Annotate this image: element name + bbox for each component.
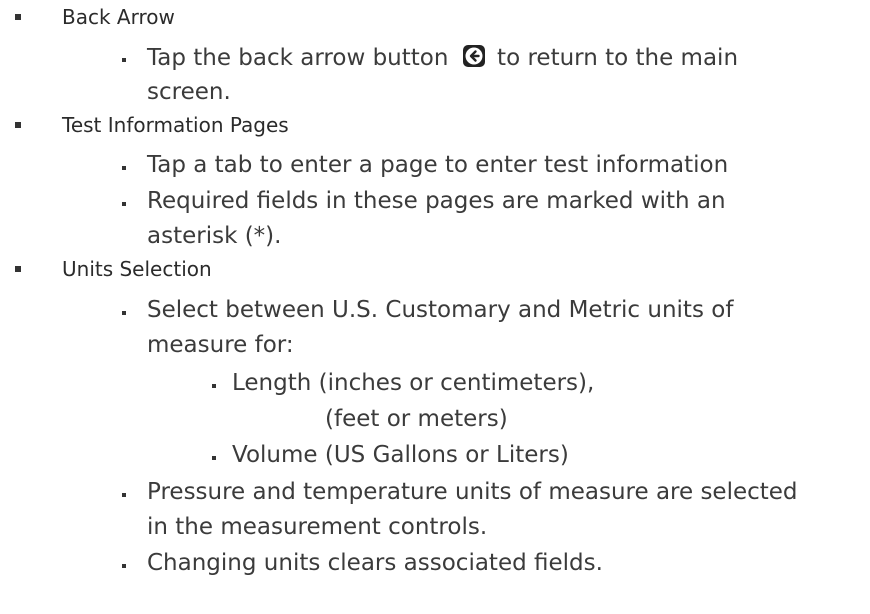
subitem-continuation: (feet or meters) — [325, 406, 508, 432]
item-bullet — [122, 58, 126, 62]
section-bullet — [15, 122, 21, 128]
item-continuation: asterisk (*). — [147, 223, 282, 249]
section-bullet — [15, 266, 21, 272]
section-bullet — [15, 14, 21, 20]
item-back-arrow-instructions: Tap the back arrow button to return to t… — [147, 44, 738, 71]
item-changing-units: Changing units clears associated fields. — [147, 550, 603, 576]
item-bullet — [122, 166, 126, 170]
item-text-after-icon: to return to the main — [489, 45, 739, 71]
subitem-bullet — [212, 384, 216, 388]
item-select-units: Select between U.S. Customary and Metric… — [147, 297, 734, 323]
item-bullet — [122, 493, 126, 497]
item-text-before-icon: Tap the back arrow button — [147, 45, 456, 71]
item-continuation: screen. — [147, 79, 231, 105]
item-continuation: measure for: — [147, 332, 294, 358]
back-arrow-circle-icon — [462, 45, 485, 67]
subitem-volume: Volume (US Gallons or Liters) — [232, 442, 569, 468]
document-page: Back Arrow Tap the back arrow button to … — [0, 0, 870, 614]
section-heading-back-arrow: Back Arrow — [62, 5, 175, 29]
subitem-bullet — [212, 456, 216, 460]
subitem-length: Length (inches or centimeters), — [232, 370, 595, 396]
section-heading-test-information-pages: Test Information Pages — [62, 113, 289, 137]
item-bullet — [122, 202, 126, 206]
item-pressure-temperature: Pressure and temperature units of measur… — [147, 479, 798, 505]
item-required-fields: Required fields in these pages are marke… — [147, 188, 726, 214]
item-continuation: in the measurement controls. — [147, 514, 488, 540]
item-bullet — [122, 311, 126, 315]
item-tap-tab: Tap a tab to enter a page to enter test … — [147, 152, 729, 178]
item-bullet — [122, 564, 126, 568]
section-heading-units-selection: Units Selection — [62, 257, 212, 281]
